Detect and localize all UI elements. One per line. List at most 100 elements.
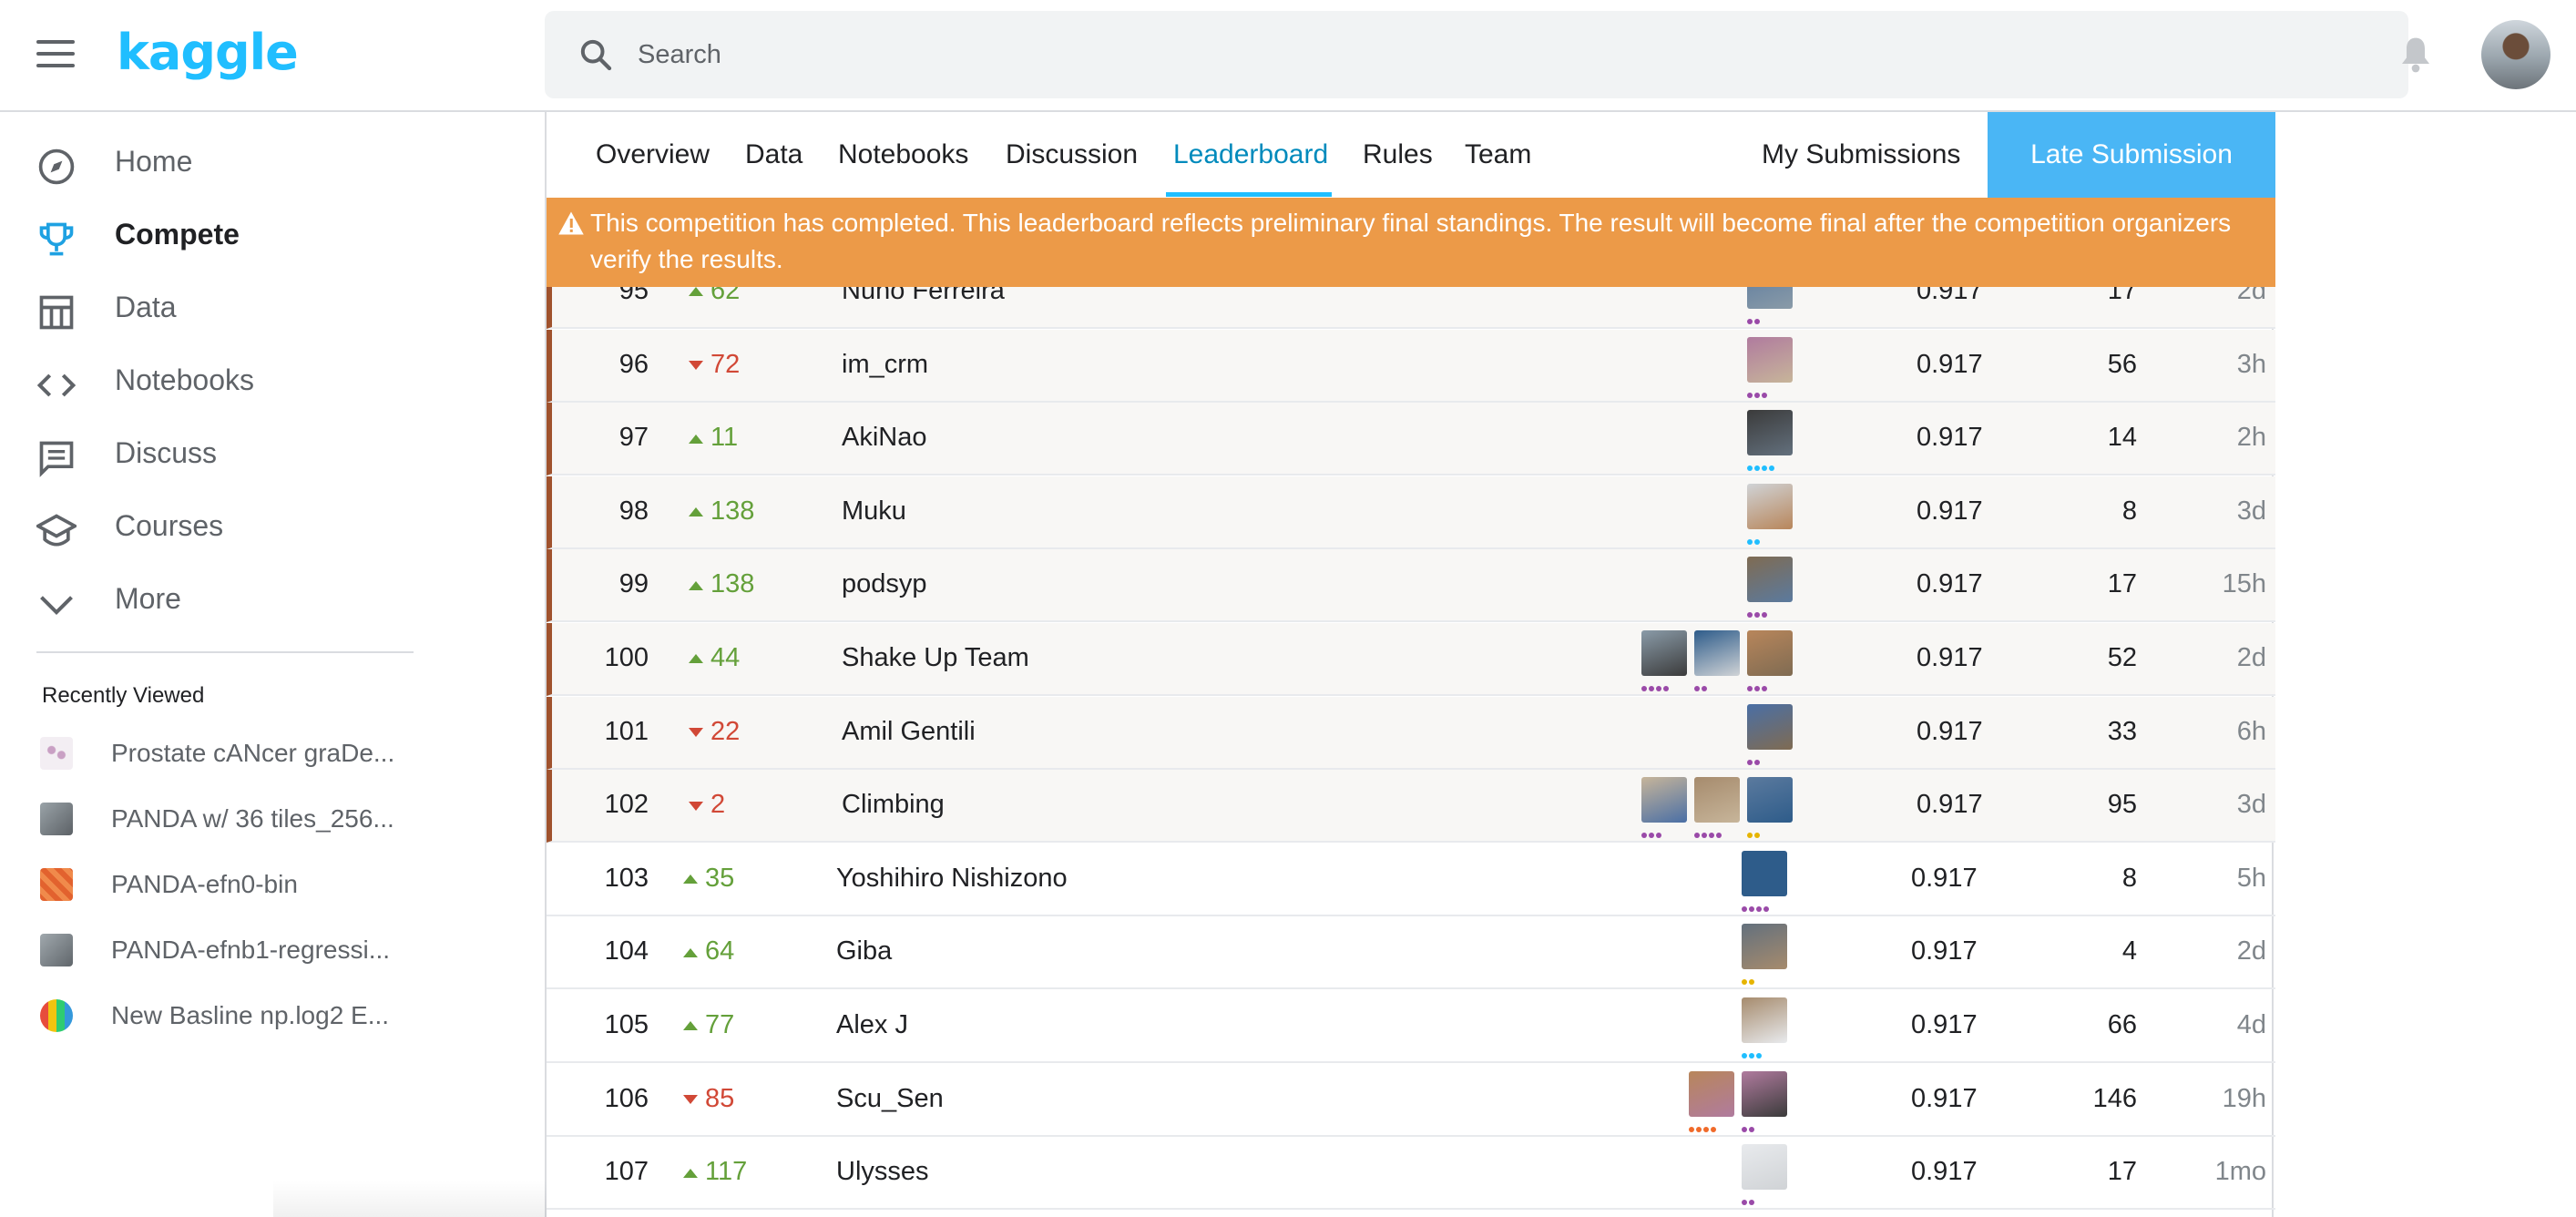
- sidebar-item-discuss[interactable]: Discuss: [0, 420, 510, 493]
- sidebar-item-label: Notebooks: [115, 363, 254, 396]
- tab-leaderboard[interactable]: Leaderboard: [1173, 139, 1328, 170]
- member-avatar[interactable]: [1747, 630, 1793, 676]
- member-avatar[interactable]: [1742, 850, 1787, 896]
- table-row[interactable]: 104 64 Giba 0.917 4 2d: [547, 916, 2275, 990]
- user-avatar[interactable]: [2481, 20, 2550, 89]
- team-members: [552, 630, 1798, 691]
- member-avatar[interactable]: [1747, 557, 1793, 603]
- row-entries: 8: [2121, 863, 2137, 893]
- team-members: [552, 483, 1798, 545]
- tier-dots: [1747, 606, 1769, 619]
- tab-discussion[interactable]: Discussion: [1006, 139, 1138, 170]
- table-row[interactable]: 100 44 Shake Up Team 0.917 52 2d: [547, 623, 2275, 696]
- row-entries: 17: [2107, 569, 2137, 599]
- tier-dots: [1641, 680, 1671, 691]
- tier-dots: [1641, 826, 1663, 839]
- bell-icon[interactable]: [2397, 35, 2434, 75]
- sidebar-item-notebooks[interactable]: Notebooks: [0, 347, 510, 420]
- code-icon: [36, 373, 77, 397]
- row-last-submission: 15h: [2222, 569, 2266, 599]
- tier-dots: [1742, 1120, 1756, 1132]
- trophy-icon: [39, 222, 74, 256]
- sidebar-item-label: Discuss: [115, 436, 218, 469]
- sidebar-item-data[interactable]: Data: [0, 274, 510, 347]
- chevron-down-icon: [40, 596, 73, 616]
- recent-item[interactable]: PANDA-efnb1-regressi...: [0, 917, 510, 981]
- recent-item[interactable]: PANDA w/ 36 tiles_256...: [0, 786, 510, 850]
- row-last-submission: 3d: [2236, 496, 2266, 526]
- member-avatar[interactable]: [1747, 336, 1793, 383]
- tab-rules[interactable]: Rules: [1363, 139, 1433, 170]
- table-row[interactable]: 96 72 im_crm 0.917 56 3h: [547, 329, 2275, 403]
- row-score: 0.917: [1917, 423, 1983, 453]
- banner-text: This competition has completed. This lea…: [590, 209, 2232, 273]
- table-row[interactable]: 103 35 Yoshihiro Nishizono 0.917 8 5h: [547, 844, 2275, 916]
- warning-icon: [558, 211, 584, 235]
- table-icon: [39, 295, 74, 330]
- tier-dots: [1742, 1193, 1756, 1206]
- table-row[interactable]: 102 2 Climbing 0.917 95 3d: [547, 770, 2275, 844]
- row-score: 0.917: [1917, 643, 1983, 672]
- table-row[interactable]: 99 138 podsyp 0.917 17 15h: [547, 549, 2275, 623]
- sidebar-item-more[interactable]: More: [0, 566, 510, 639]
- tab-data[interactable]: Data: [745, 139, 802, 170]
- sidebar-item-courses[interactable]: Courses: [0, 493, 510, 566]
- member-avatar[interactable]: [1747, 410, 1793, 456]
- team-members: [547, 1144, 1793, 1206]
- search-input[interactable]: [638, 31, 2368, 78]
- sidebar-item-label: Home: [115, 145, 193, 178]
- row-last-submission: 2d: [2236, 643, 2266, 672]
- member-avatar[interactable]: [1742, 1144, 1787, 1191]
- row-entries: 52: [2107, 643, 2137, 672]
- table-row[interactable]: 101 22 Amil Gentili 0.917 33 6h: [547, 696, 2275, 770]
- sidebar-item-home[interactable]: Home: [0, 128, 510, 201]
- tier-dots: [1742, 973, 1756, 986]
- table-row[interactable]: 106 85 Scu_Sen 0.917 146 19h: [547, 1064, 2275, 1137]
- sidebar: Home Compete Data Notebooks Discuss Cour…: [0, 112, 510, 1217]
- member-avatar[interactable]: [1694, 777, 1740, 823]
- school-icon: [36, 514, 77, 547]
- search-bar[interactable]: [545, 11, 2408, 98]
- tier-dots: [1694, 680, 1709, 691]
- table-row[interactable]: 98 138 Muku 0.917 8 3d: [547, 476, 2275, 549]
- table-row[interactable]: 97 11 AkiNao 0.917 14 2h: [547, 403, 2275, 476]
- tab-team[interactable]: Team: [1465, 139, 1531, 170]
- table-row[interactable]: 107 117 Ulysses 0.917 17 1mo: [547, 1137, 2275, 1211]
- member-avatar[interactable]: [1641, 630, 1687, 676]
- sidebar-item-label: Courses: [115, 509, 224, 542]
- recent-item[interactable]: New Basline np.log2 E...: [0, 983, 510, 1047]
- member-avatar[interactable]: [1694, 630, 1740, 676]
- menu-icon[interactable]: [36, 40, 75, 69]
- tab-overview[interactable]: Overview: [596, 139, 710, 170]
- row-entries: 56: [2107, 349, 2137, 379]
- row-last-submission: 4d: [2236, 1010, 2266, 1039]
- team-members: [552, 336, 1798, 398]
- recent-thumbnail: [40, 868, 73, 901]
- member-avatar[interactable]: [1747, 777, 1793, 823]
- row-entries: 4: [2121, 936, 2137, 966]
- member-avatar[interactable]: [1641, 777, 1687, 823]
- kaggle-logo[interactable]: kaggle: [117, 24, 299, 81]
- team-members: [552, 703, 1798, 765]
- member-avatar[interactable]: [1747, 703, 1793, 750]
- table-row[interactable]: 105 77 Alex J 0.917 66 4d: [547, 990, 2275, 1063]
- my-submissions-link[interactable]: My Submissions: [1762, 139, 1960, 170]
- member-avatar[interactable]: [1742, 924, 1787, 970]
- member-avatar[interactable]: [1742, 1070, 1787, 1117]
- active-tab-indicator: [1166, 192, 1332, 197]
- row-last-submission: 6h: [2236, 716, 2266, 746]
- recent-item[interactable]: Prostate cANcer graDe...: [0, 721, 510, 784]
- member-avatar[interactable]: [1689, 1070, 1734, 1117]
- row-entries: 95: [2107, 790, 2137, 820]
- late-submission-button[interactable]: Late Submission: [1988, 112, 2275, 198]
- member-avatar[interactable]: [1742, 997, 1787, 1043]
- row-entries: 146: [2092, 1083, 2137, 1113]
- tier-dots: [1747, 312, 1762, 324]
- search-icon: [580, 39, 612, 71]
- sidebar-item-compete[interactable]: Compete: [0, 201, 510, 274]
- member-avatar[interactable]: [1747, 483, 1793, 529]
- team-members: [552, 557, 1798, 619]
- recent-item[interactable]: PANDA-efn0-bin: [0, 852, 510, 915]
- row-last-submission: 19h: [2222, 1083, 2266, 1113]
- tab-notebooks[interactable]: Notebooks: [838, 139, 968, 170]
